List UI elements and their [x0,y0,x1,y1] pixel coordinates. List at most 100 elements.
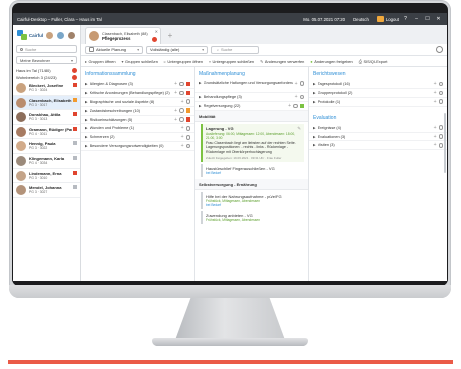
add-icon[interactable]: + [434,90,437,96]
section-nutrition[interactable]: Selbstversorgung - Ernährung [195,178,308,190]
add-icon[interactable]: + [434,142,437,148]
language-select[interactable]: Deutsch [353,17,369,22]
check-icon[interactable] [179,108,184,113]
add-icon[interactable]: + [295,81,298,87]
check-icon[interactable] [438,81,443,87]
expand-icon[interactable]: ▶ [85,109,88,113]
list-item[interactable]: ▶ Gruppenprotokoll (2) + [309,89,447,98]
add-icon[interactable]: + [295,94,298,100]
tree-unit[interactable]: Wohnbereich 3 (24/23) [13,74,80,81]
resident-list-item[interactable]: Lindemann, Erna PG 3 · 3010 [13,169,80,184]
list-item[interactable]: ▶ Schmerzen (2) + [81,133,194,143]
resident-search-input[interactable]: Suche [16,45,77,53]
resident-list-item[interactable]: Donskhau, Attila PG 3 · 3013 [13,110,80,125]
list-item[interactable]: ▶ Biographische und soziale Aspekte (8) + [81,98,194,107]
help-button[interactable]: ? [401,16,410,22]
check-icon[interactable] [185,126,190,131]
list-item[interactable]: ▶ Allergien & Diagnosen (3) + [81,80,194,89]
add-icon[interactable]: + [288,103,291,109]
expand-icon[interactable]: ▶ [313,82,316,86]
list-item[interactable]: ▶ Besondere Versorgungsnotwendigkeiten (0… [81,142,194,152]
measure-card[interactable]: Haustürschlief Fingerauschließen - VG be… [201,163,304,177]
check-icon[interactable] [185,99,190,104]
list-item[interactable]: ▶ Kritische Anordnungen (Behandlungspfleg… [81,89,194,98]
expand-icon[interactable]: ▶ [199,104,202,108]
toolbar-action-button[interactable]: ▸ Gruppen öffnen [85,59,115,64]
scrollbar[interactable] [444,113,446,173]
add-icon[interactable]: + [181,134,184,140]
section-mobility[interactable]: Mobilität [195,110,308,122]
planning-select[interactable]: Aktuelle Planung ▾ [85,45,143,54]
check-icon[interactable] [299,81,304,86]
expand-icon[interactable]: ▶ [85,126,88,130]
expand-icon[interactable]: ▶ [313,143,316,147]
minimize-button[interactable]: – [412,16,421,22]
check-icon[interactable] [438,99,443,104]
measure-card[interactable]: Hilfe bei der Nahrungsaufnahme - pü/e/FG… [201,191,304,209]
measure-link[interactable]: bei Bedarf [206,171,301,175]
check-icon[interactable] [438,125,443,130]
measure-link[interactable]: bei Bedarf [206,203,301,207]
toolbar-action-button[interactable]: ● Änderungen freigeben [310,59,352,64]
resident-list-item[interactable]: Klingemann, Karla PG 4 · 3034 [13,154,80,169]
add-tab-button[interactable]: + [164,30,176,42]
add-icon[interactable]: + [434,125,437,131]
add-icon[interactable]: + [174,90,177,96]
add-icon[interactable]: + [181,125,184,131]
add-icon[interactable]: + [181,143,184,149]
plan-search-input[interactable]: ⌕ Suche [211,45,259,54]
toolbar-action-button[interactable]: ▹ Untergruppen öffnen [164,59,203,64]
check-icon[interactable] [299,94,304,100]
resident-list-item[interactable]: Gramann, Rüdiger (Paul) PG 4 · 3011 [13,125,80,140]
list-item[interactable]: ▶ Ereignisse (4) + [309,124,447,133]
expand-icon[interactable]: ▶ [85,91,88,95]
resident-list-item[interactable]: Clasenbach, Elisabeth (88)PG 3 · 3017 [13,95,80,111]
expand-icon[interactable]: ▶ [313,126,316,130]
patient-tab[interactable]: Clasenbach, Elisabeth (88) Pflegeprozess… [85,27,161,44]
list-item[interactable]: ▶ Behandlungspflege (3) + [195,93,308,102]
list-item[interactable]: ▶ Tagesprotokoll (16) + [309,80,447,89]
close-window-button[interactable]: ✕ [434,16,443,22]
expand-icon[interactable]: ▶ [199,81,202,85]
check-icon[interactable] [179,117,184,122]
expand-icon[interactable]: ▶ [85,82,88,86]
add-icon[interactable]: + [174,108,177,114]
add-icon[interactable]: + [181,99,184,105]
add-icon[interactable]: + [174,117,177,123]
check-icon[interactable] [438,143,443,148]
add-icon[interactable]: + [434,99,437,105]
expand-icon[interactable]: ▶ [85,135,88,139]
resident-list-item[interactable]: Hennig, Paula PG 3 · 3022 [13,139,80,154]
resident-list-item[interactable]: Mendel, Johanna PG 3 · 3027 [13,183,80,198]
list-item[interactable]: ▶ Evaluationen (3) + [309,133,447,142]
view-select[interactable]: Vollständig (alle) ▾ [146,45,208,54]
toolbar-action-button[interactable]: ⎙ SIS/QI-Export [359,59,388,64]
gear-icon[interactable] [436,46,443,53]
measure-card[interactable]: Lagerung - VG ✎ Auslieferung: 06:00, Mit… [201,123,304,162]
check-icon[interactable] [179,81,184,87]
check-icon[interactable] [179,90,184,96]
resident-filter-select[interactable]: Meine Bewohner ▾ [16,56,77,64]
expand-icon[interactable]: ▶ [85,100,88,104]
list-item[interactable]: ▶ Zustandsbeschreibungen (10) + [81,107,194,116]
check-icon[interactable] [185,143,190,149]
expand-icon[interactable]: ▶ [313,100,316,104]
tree-root[interactable]: Haus im Tal (71/80) [13,67,80,74]
edit-icon[interactable]: ✎ [297,126,301,132]
avatar[interactable] [67,30,76,40]
list-item[interactable]: ▶ Wunden und Probleme (1) + [81,124,194,134]
measure-card[interactable]: Zuwendung anbieten - VG Frühstück, Mitta… [201,210,304,224]
expand-icon[interactable]: ▶ [313,135,316,139]
expand-icon[interactable]: ▶ [85,118,88,122]
list-item[interactable]: ▶ Visiten (3) + [309,141,447,151]
avatar[interactable] [56,30,66,40]
add-icon[interactable]: + [174,81,177,87]
list-item[interactable]: ▶ Protokolle (1) + [309,98,447,107]
avatar[interactable] [45,30,55,40]
check-icon[interactable] [438,90,443,96]
check-icon[interactable] [293,103,298,109]
check-icon[interactable] [438,134,443,139]
toolbar-action-button[interactable]: ✎ Änderungen verwerfen [260,59,304,64]
add-icon[interactable]: + [434,81,437,87]
check-icon[interactable] [185,135,190,140]
